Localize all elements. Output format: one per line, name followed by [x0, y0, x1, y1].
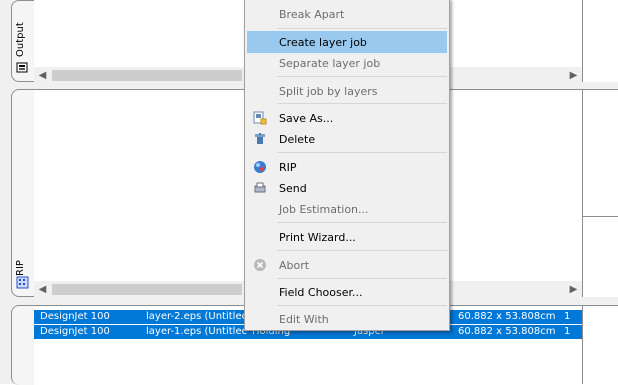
menu-item-create-layer-job[interactable]: Create layer job — [247, 31, 447, 53]
menu-item-label: Create layer job — [279, 36, 367, 49]
menu-item-label: Break Apart — [279, 8, 345, 21]
menu-item-save-as[interactable]: Save As... — [247, 107, 447, 129]
menu-item-split-job-by-layers[interactable]: Split job by layers — [247, 80, 447, 102]
menu-separator — [277, 222, 447, 223]
scroll-right-icon[interactable]: ▶ — [565, 67, 582, 84]
save-icon — [253, 111, 267, 125]
menu-item-label: Separate layer job — [279, 57, 381, 70]
tab-output[interactable]: Output — [11, 0, 34, 82]
menu-item-label: Edit With — [279, 313, 329, 326]
job-copies: 1 — [564, 311, 571, 322]
panel-divider — [582, 216, 618, 217]
column-divider — [582, 0, 583, 82]
abort-icon — [254, 259, 266, 271]
tab-jobs[interactable] — [11, 305, 34, 385]
menu-item-label: Field Chooser... — [279, 286, 363, 299]
job-copies: 1 — [564, 326, 571, 337]
menu-item-label: Delete — [279, 133, 316, 146]
menu-item-break-apart[interactable]: Break Apart — [247, 3, 447, 25]
scrollbar-thumb[interactable] — [52, 284, 242, 295]
menu-separator — [277, 152, 447, 153]
menu-item-send[interactable]: Send — [247, 177, 447, 199]
job-printer: DesignJet 100 — [40, 311, 110, 322]
context-menu: Break Apart Create layer job Separate la… — [244, 0, 450, 331]
menu-separator — [277, 250, 447, 251]
column-divider — [582, 89, 583, 297]
menu-item-abort[interactable]: Abort — [247, 254, 447, 276]
tab-output-label: Output — [15, 22, 26, 57]
menu-separator — [277, 305, 447, 306]
menu-item-rip[interactable]: RIP — [247, 156, 447, 178]
menu-item-label: Split job by layers — [279, 85, 378, 98]
menu-item-field-chooser[interactable]: Field Chooser... — [247, 281, 447, 303]
job-name: layer-1.eps (Untitlec — [146, 326, 248, 337]
job-size: 60.882 x 53.808cm — [458, 311, 556, 322]
tab-rip[interactable]: RIP — [11, 89, 34, 297]
job-printer: DesignJet 100 — [40, 326, 110, 337]
menu-item-job-estimation[interactable]: Job Estimation... — [247, 198, 447, 220]
menu-item-edit-with[interactable]: Edit With — [247, 308, 447, 330]
scrollbar-thumb[interactable] — [52, 70, 242, 81]
rip-icon — [254, 161, 266, 173]
menu-item-label: Save As... — [279, 112, 334, 125]
scroll-left-icon[interactable]: ◀ — [34, 67, 51, 84]
send-icon — [254, 182, 266, 193]
menu-separator — [277, 76, 447, 77]
menu-item-separate-layer-job[interactable]: Separate layer job — [247, 52, 447, 74]
scroll-left-icon[interactable]: ◀ — [34, 281, 51, 298]
job-size: 60.882 x 53.808cm — [458, 326, 556, 337]
tab-rip-label: RIP — [15, 260, 26, 276]
menu-separator — [277, 278, 447, 279]
delete-icon — [255, 133, 265, 144]
menu-separator — [277, 103, 447, 104]
menu-separator — [277, 28, 447, 29]
column-divider — [582, 305, 583, 384]
menu-item-delete[interactable]: Delete — [247, 128, 447, 150]
job-name: layer-2.eps (Untitlec — [146, 311, 248, 322]
menu-item-label: Print Wizard... — [279, 231, 356, 244]
menu-item-label: Abort — [279, 259, 310, 272]
menu-item-print-wizard[interactable]: Print Wizard... — [247, 226, 447, 248]
output-icon — [16, 62, 28, 73]
menu-item-label: RIP — [279, 161, 297, 174]
menu-item-label: Send — [279, 182, 307, 195]
scroll-right-icon[interactable]: ▶ — [565, 281, 582, 298]
menu-item-label: Job Estimation... — [279, 203, 369, 216]
rip-tab-icon — [16, 276, 29, 289]
